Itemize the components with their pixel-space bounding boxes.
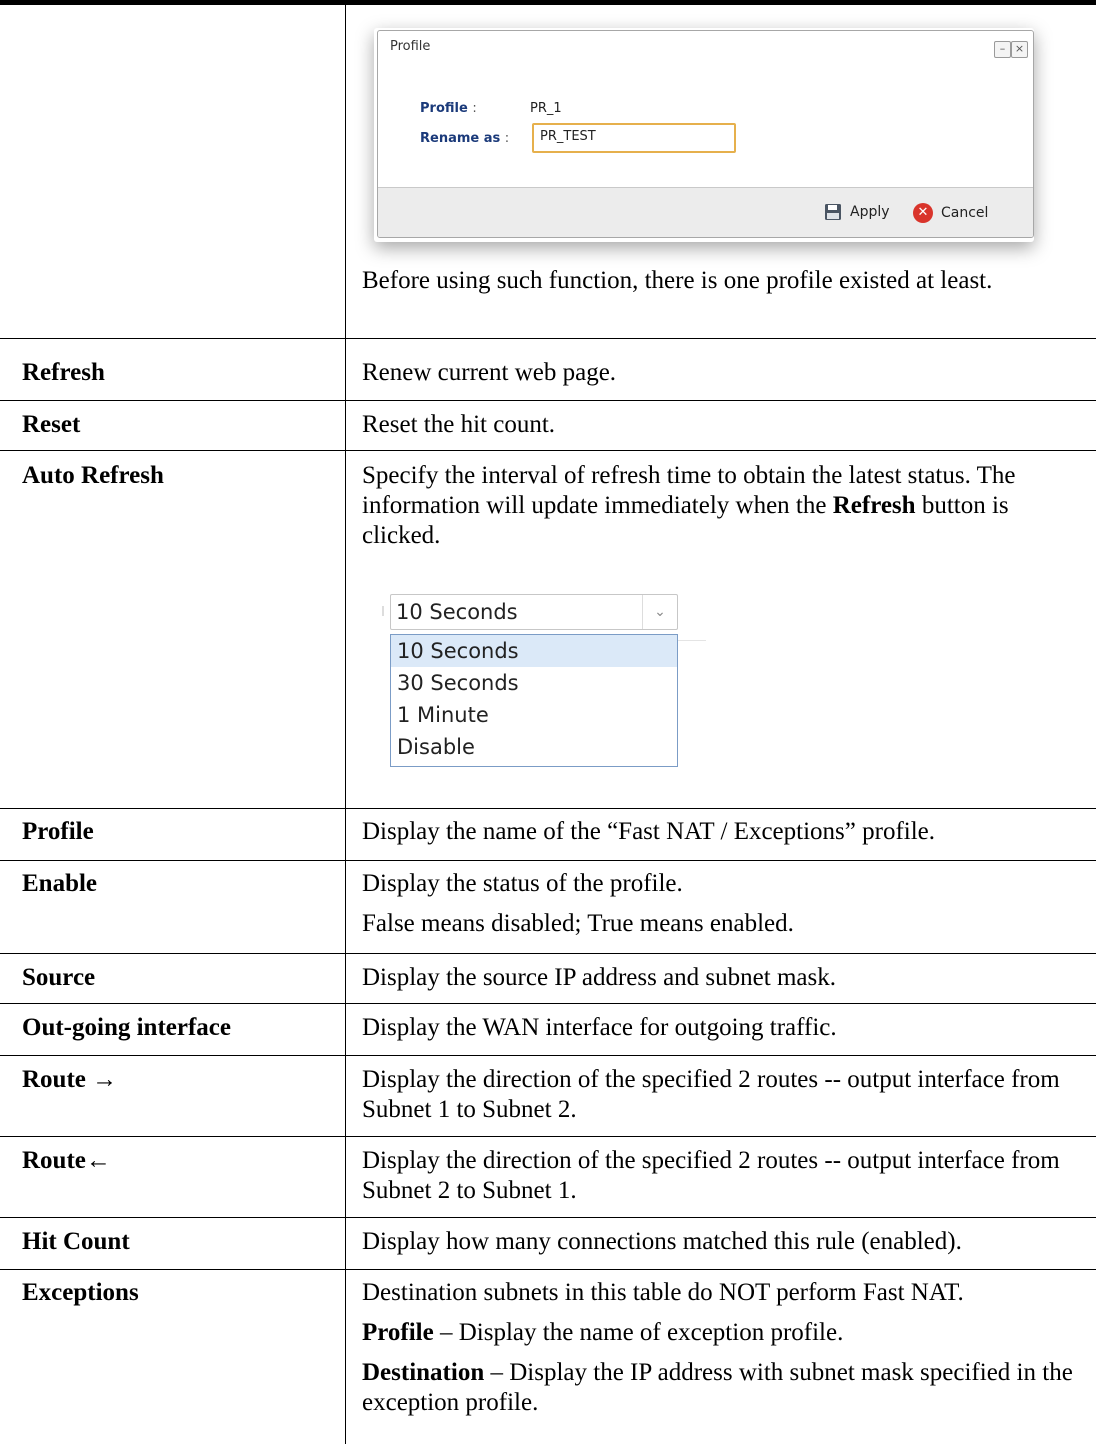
intro-note: Before using such function, there is one… bbox=[362, 267, 993, 294]
auto-refresh-selected: 10 Seconds bbox=[396, 600, 518, 624]
dropdown-decor bbox=[678, 640, 706, 641]
auto-refresh-select[interactable]: 10 Seconds ⌄ bbox=[390, 594, 678, 630]
desc-auto-refresh: Specify the interval of refresh time to … bbox=[362, 461, 1092, 551]
desc-exceptions-line1: Destination subnets in this table do NOT… bbox=[362, 1279, 964, 1306]
row-divider bbox=[0, 450, 1096, 451]
term-enable: Enable bbox=[22, 870, 98, 897]
desc-route-back: Display the direction of the specified 2… bbox=[362, 1147, 1060, 1204]
desc-enable: Display the status of the profile. False… bbox=[362, 869, 1092, 939]
rename-label: Rename as : bbox=[420, 131, 509, 146]
term-hit-count: Hit Count bbox=[22, 1228, 130, 1255]
rename-label-colon: : bbox=[504, 131, 510, 146]
option-disable[interactable]: Disable bbox=[391, 731, 677, 763]
row-divider bbox=[0, 1055, 1096, 1056]
desc-reset: Reset the hit count. bbox=[362, 411, 556, 438]
row-divider bbox=[0, 1269, 1096, 1270]
profile-label: Profile : bbox=[420, 101, 477, 116]
row-divider bbox=[0, 808, 1096, 809]
minimize-icon[interactable]: – bbox=[994, 41, 1011, 58]
row-divider bbox=[0, 338, 1096, 339]
rename-input[interactable]: PR_TEST bbox=[532, 123, 736, 153]
rename-label-text: Rename as bbox=[420, 131, 501, 146]
row-divider bbox=[0, 400, 1096, 401]
cancel-label: Cancel bbox=[941, 205, 989, 221]
dialog-footer: Apply ✕ Cancel bbox=[378, 187, 1033, 237]
auto-refresh-options: 10 Seconds 30 Seconds 1 Minute Disable bbox=[390, 634, 678, 767]
cancel-icon: ✕ bbox=[913, 203, 933, 223]
desc-exceptions: Destination subnets in this table do NOT… bbox=[362, 1278, 1092, 1418]
profile-rename-dialog: Profile – × Profile : PR_1 Rename as : P… bbox=[377, 30, 1034, 238]
desc-profile: Display the name of the “Fast NAT / Exce… bbox=[362, 818, 936, 845]
desc-hit-count: Display how many connections matched thi… bbox=[362, 1228, 962, 1255]
term-refresh: Refresh bbox=[22, 359, 105, 386]
table-top-border bbox=[0, 0, 1096, 5]
apply-button[interactable]: Apply bbox=[824, 203, 890, 221]
desc-refresh: Renew current web page. bbox=[362, 359, 617, 386]
term-route-forward: Route → bbox=[22, 1066, 118, 1093]
desc-route-forward: Display the direction of the specified 2… bbox=[362, 1066, 1060, 1123]
desc-exceptions-destination-bold: Destination bbox=[362, 1359, 485, 1386]
desc-exceptions-destination: Destination – Display the IP address wit… bbox=[362, 1358, 1092, 1418]
cancel-button[interactable]: ✕ Cancel bbox=[913, 203, 988, 223]
desc-outgoing-interface: Display the WAN interface for outgoing t… bbox=[362, 1014, 837, 1041]
row-divider bbox=[0, 860, 1096, 861]
desc-auto-refresh-bold: Refresh bbox=[832, 492, 916, 519]
profile-label-text: Profile bbox=[420, 101, 468, 116]
desc-exceptions-profile-bold: Profile bbox=[362, 1319, 434, 1346]
term-outgoing-interface: Out-going interface bbox=[22, 1014, 231, 1041]
chevron-down-icon[interactable]: ⌄ bbox=[642, 595, 677, 629]
profile-value: PR_1 bbox=[530, 101, 562, 116]
profile-label-colon: : bbox=[472, 101, 477, 116]
desc-exceptions-profile-rest: – Display the name of exception profile. bbox=[433, 1319, 844, 1346]
table-column-divider bbox=[345, 5, 346, 1444]
apply-label: Apply bbox=[850, 204, 890, 220]
dropdown-decor bbox=[382, 606, 384, 616]
term-auto-refresh: Auto Refresh bbox=[22, 462, 164, 489]
term-route-back: Route← bbox=[22, 1147, 111, 1174]
save-icon bbox=[825, 204, 841, 220]
desc-enable-line2: False means disabled; True means enabled… bbox=[362, 910, 794, 937]
desc-source: Display the source IP address and subnet… bbox=[362, 964, 836, 991]
close-icon[interactable]: × bbox=[1011, 41, 1028, 58]
option-30-seconds[interactable]: 30 Seconds bbox=[391, 667, 677, 699]
term-profile: Profile bbox=[22, 818, 94, 845]
option-10-seconds[interactable]: 10 Seconds bbox=[391, 635, 677, 667]
row-divider bbox=[0, 1136, 1096, 1137]
dialog-title: Profile bbox=[390, 39, 431, 54]
term-exceptions: Exceptions bbox=[22, 1279, 139, 1306]
term-source: Source bbox=[22, 964, 96, 991]
row-divider bbox=[0, 1003, 1096, 1004]
desc-exceptions-profile: Profile – Display the name of exception … bbox=[362, 1318, 1092, 1348]
row-divider bbox=[0, 953, 1096, 954]
option-1-minute[interactable]: 1 Minute bbox=[391, 699, 677, 731]
desc-enable-line1: Display the status of the profile. bbox=[362, 870, 683, 897]
row-divider bbox=[0, 1217, 1096, 1218]
term-reset: Reset bbox=[22, 411, 81, 438]
